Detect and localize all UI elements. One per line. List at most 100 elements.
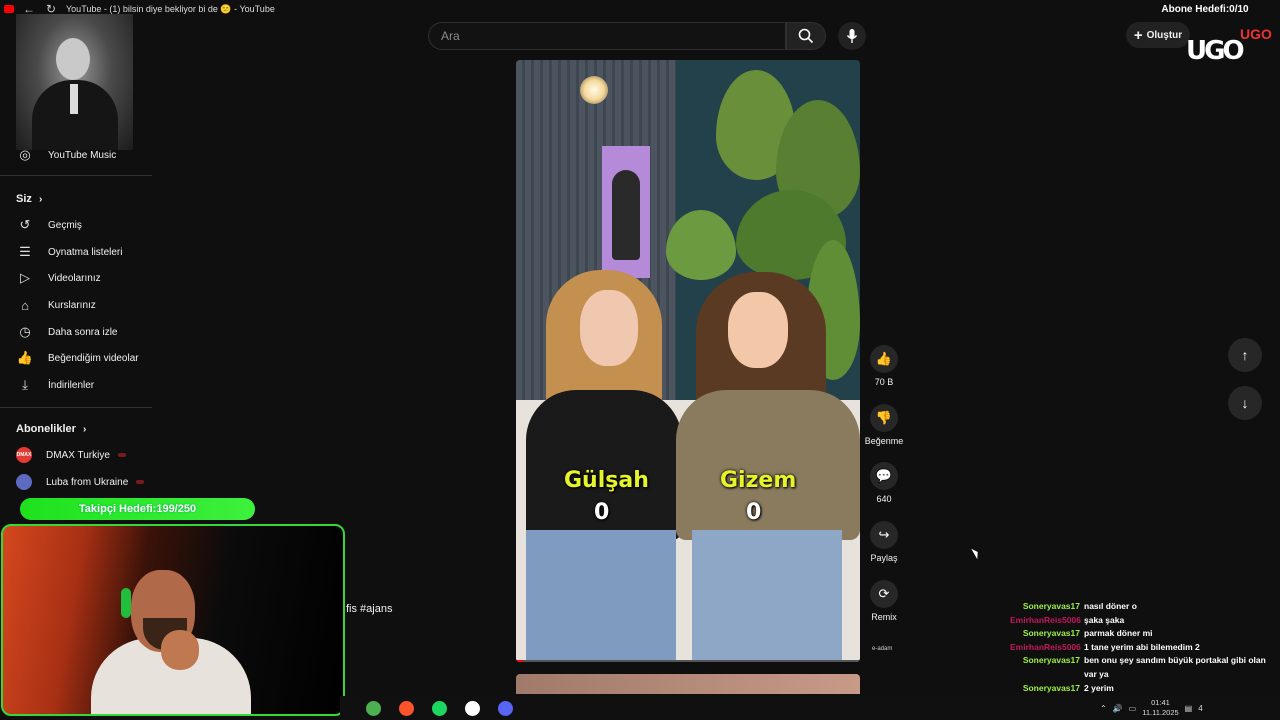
chat-username: EmirhanReis5006 — [1010, 641, 1081, 652]
mouse-cursor-icon — [971, 546, 981, 560]
streamer-logo: UGO — [1186, 36, 1245, 66]
remix-button[interactable]: ⟳ Remix — [864, 580, 904, 622]
previous-video-button[interactable]: ↑ — [1228, 338, 1262, 372]
notifications-icon[interactable]: ▤ — [1185, 704, 1193, 713]
volume-icon[interactable]: 🔊 — [1113, 704, 1123, 713]
remix-label: Remix — [871, 612, 897, 622]
subscriber-goal-overlay: Abone Hedefi:0/10 — [1161, 4, 1249, 15]
sidebar-item-label: Videolarınız — [48, 272, 101, 284]
chat-message: EmirhanReis5006 1 tane yerim abi bilemedi… — [1010, 641, 1270, 655]
remix-icon: ⟳ — [870, 580, 898, 608]
like-button[interactable]: 👍 70 B — [864, 345, 904, 387]
youtube-favicon-icon — [4, 5, 14, 13]
next-video-preview[interactable] — [516, 674, 860, 694]
subscription-label: DMAX Turkiye — [46, 449, 110, 461]
courses-icon: ⌂ — [21, 297, 29, 313]
caption-score-left: 0 — [594, 500, 610, 525]
taskbar-app[interactable] — [428, 697, 450, 719]
taskbar-app[interactable] — [494, 697, 516, 719]
subscription-luba[interactable]: Luba from Ukraine — [16, 470, 156, 494]
sidebar-item-liked-videos[interactable]: 👍 Beğendiğim videolar — [16, 346, 156, 370]
sidebar-item-label: YouTube Music — [48, 149, 117, 161]
network-icon[interactable]: ⌃ — [1100, 704, 1107, 713]
browser-titlebar: ← ↻ YouTube - (1) bilsin diye bekliyor b… — [0, 0, 1280, 18]
next-video-button[interactable]: ↓ — [1228, 386, 1262, 420]
sidebar-divider — [0, 175, 152, 176]
sidebar-item-courses[interactable]: ⌂ Kurslarınız — [16, 293, 156, 317]
arrow-down-icon: ↓ — [1241, 395, 1249, 411]
share-button[interactable]: ↪ Paylaş — [864, 521, 904, 563]
sidebar-item-playlists[interactable]: ☰ Oynatma listeleri — [16, 240, 156, 264]
chat-text: 1 tane yerim abi bilemedim 2 — [1084, 641, 1200, 652]
sidebar-subscriptions-heading[interactable]: Abonelikler › — [16, 423, 86, 435]
taskbar-app[interactable] — [461, 697, 483, 719]
subscriptions-heading-label: Abonelikler — [16, 423, 76, 435]
search-input[interactable] — [429, 23, 783, 49]
chat-message: Soneryavas17 parmak döner mi — [1010, 627, 1270, 641]
share-icon: ↪ — [870, 521, 898, 549]
chat-username: Soneryavas17 — [1022, 628, 1080, 639]
dislike-button[interactable]: 👎 Beğenme — [864, 404, 904, 446]
taskbar-app[interactable] — [362, 697, 384, 719]
chevron-right-icon: › — [38, 194, 43, 205]
download-icon: ⤓ — [22, 377, 28, 392]
playlist-icon: ☰ — [19, 244, 31, 259]
create-button[interactable]: + Oluştur — [1126, 22, 1190, 48]
chat-message: Soneryavas17 2 yerim — [1010, 682, 1270, 696]
sidebar-item-label: Oynatma listeleri — [48, 246, 123, 258]
clock-icon: ◷ — [19, 324, 31, 339]
taskbar-app[interactable] — [395, 697, 417, 719]
you-heading-label: Siz — [16, 193, 32, 205]
video-progress-bar[interactable] — [516, 660, 860, 662]
sidebar-item-history[interactable]: ↺ Geçmiş — [16, 213, 156, 237]
sidebar-you-heading[interactable]: Siz › — [16, 193, 42, 205]
sidebar-item-label: İndirilenler — [48, 379, 95, 391]
microphone-icon — [846, 29, 858, 43]
notification-count: 4 — [1198, 703, 1203, 713]
chat-username: Soneryavas17 — [1022, 601, 1080, 611]
system-tray: ⌃ 🔊 ▭ 01:41 11.11.2025 ▤ 4 — [1100, 698, 1276, 718]
display-icon[interactable]: ▭ — [1129, 704, 1137, 713]
comments-button[interactable]: 💬 640 — [864, 462, 904, 504]
chat-text: 2 yerim — [1084, 682, 1114, 693]
chat-message: Soneryavas17 nasıl döner o — [1010, 600, 1270, 614]
sidebar-item-watch-later[interactable]: ◷ Daha sonra izle — [16, 320, 156, 344]
search-icon — [798, 28, 814, 44]
sidebar-item-your-videos[interactable]: ▷ Videolarınız — [16, 266, 156, 290]
channel-avatar[interactable]: e-adam — [872, 646, 892, 652]
discord-icon — [497, 700, 513, 716]
streamer-logo-small: UGO — [1240, 26, 1272, 42]
chat-text: nasıl döner o — [1084, 601, 1137, 611]
chat-message: EmirhanReis5006 şaka şaka — [1010, 614, 1270, 628]
sidebar-item-label: Geçmiş — [48, 219, 82, 231]
caption-score-right: 0 — [746, 500, 762, 525]
hashtag-text[interactable]: fis #ajans — [346, 603, 392, 615]
search-box[interactable] — [428, 22, 786, 50]
avatar — [16, 474, 32, 490]
shorts-video-player[interactable]: Gülşah 0 Gizem 0 — [516, 60, 860, 662]
chat-username: Soneryavas17 — [1022, 682, 1080, 693]
chat-username: EmirhanReis5006 — [1010, 614, 1081, 625]
thumbs-up-icon: 👍 — [870, 345, 898, 373]
chat-text: parmak döner mi — [1084, 628, 1153, 639]
sidebar-item-label: Daha sonra izle — [48, 326, 118, 338]
app-icon — [464, 700, 480, 716]
clock[interactable]: 01:41 11.11.2025 — [1142, 698, 1178, 718]
arrow-up-icon: ↑ — [1241, 347, 1249, 363]
webcam-overlay — [1, 524, 345, 716]
chat-text: şaka şaka — [1084, 614, 1125, 625]
spotify-icon — [431, 700, 447, 716]
sidebar-item-downloads[interactable]: ⤓ İndirilenler — [16, 373, 156, 397]
chrome-icon — [365, 700, 381, 716]
sidebar-item-youtube-music[interactable]: ◎ YouTube Music — [16, 143, 156, 167]
live-indicator-icon — [117, 453, 126, 457]
search-button[interactable] — [786, 22, 826, 50]
tab-title[interactable]: YouTube - (1) bilsin diye bekliyor bi de… — [66, 4, 275, 15]
subscription-dmax[interactable]: DMAX DMAX Turkiye — [16, 443, 156, 467]
comment-icon: 💬 — [870, 462, 898, 490]
lamp — [580, 76, 608, 104]
voice-search-button[interactable] — [838, 22, 866, 50]
chat-message: Soneryavas17 ben onu şey sandım büyük por… — [1010, 654, 1270, 681]
comment-count: 640 — [876, 494, 892, 504]
dislike-label: Beğenme — [864, 436, 904, 446]
